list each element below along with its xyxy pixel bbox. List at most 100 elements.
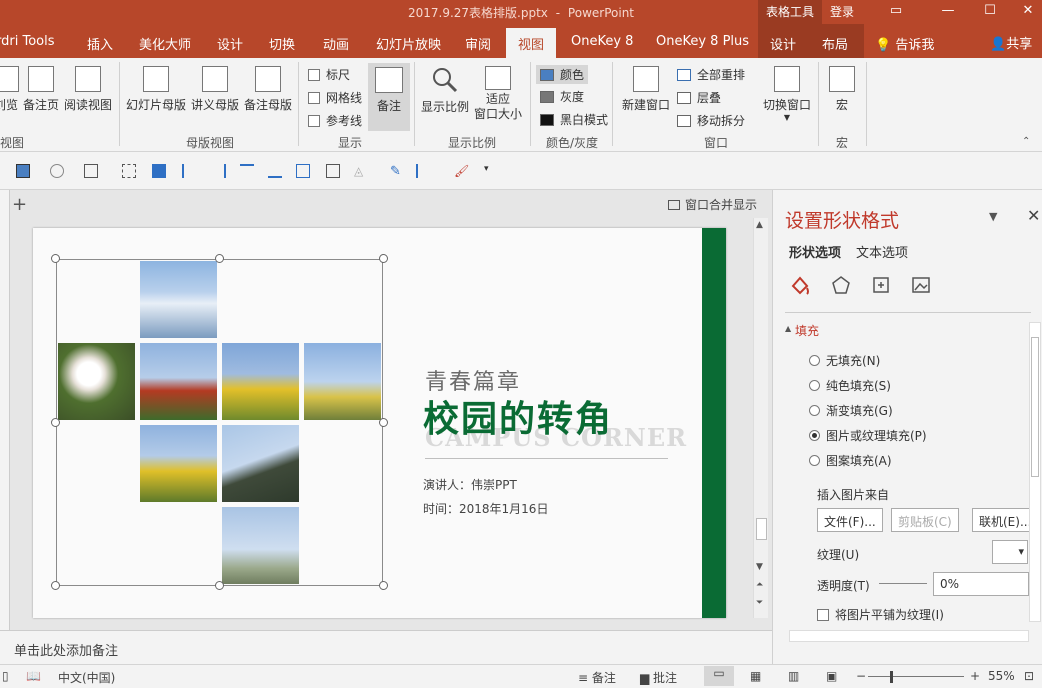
- spellcheck-icon[interactable]: 📖: [26, 669, 41, 683]
- distribute-v-icon[interactable]: [326, 164, 340, 178]
- maximize-icon[interactable]: ☐: [976, 3, 1004, 18]
- tab-animations[interactable]: 动画: [323, 34, 349, 53]
- pen-icon[interactable]: ✎: [390, 164, 404, 179]
- black-white-button[interactable]: 黑白模式: [540, 111, 608, 128]
- arrange-all-button[interactable]: 全部重排: [677, 66, 745, 83]
- pane-horizontal-scrollbar[interactable]: [789, 630, 1029, 642]
- tab-review[interactable]: 审阅: [465, 34, 491, 53]
- format-painter-icon[interactable]: 🖌: [454, 164, 469, 178]
- previous-slide-icon[interactable]: ⏶: [756, 580, 763, 590]
- size-properties-icon[interactable]: [870, 274, 892, 296]
- scroll-thumb[interactable]: [1031, 337, 1039, 477]
- collapse-triangle-icon[interactable]: ▲: [785, 324, 791, 333]
- file-button[interactable]: 文件(F)...: [817, 508, 883, 532]
- table-icon[interactable]: [84, 164, 98, 178]
- tab-onekey8[interactable]: OneKey 8: [571, 34, 633, 49]
- slide-speaker[interactable]: 演讲人：伟崇PPT: [423, 476, 517, 493]
- switch-windows-button[interactable]: 切换窗口 ▼: [758, 66, 816, 122]
- collapse-ribbon-icon[interactable]: ⌃: [1022, 136, 1030, 147]
- notes-status-button[interactable]: ≡ 备注: [578, 669, 616, 686]
- resize-handle[interactable]: [51, 418, 60, 427]
- picture-fill-radio[interactable]: 图片或纹理填充(P): [809, 427, 927, 444]
- slide-master-button[interactable]: 幻灯片母版: [124, 66, 188, 113]
- scroll-up-icon[interactable]: ▲: [756, 220, 763, 230]
- guides-checkbox[interactable]: 参考线: [308, 112, 362, 129]
- next-slide-icon[interactable]: ⏷: [756, 598, 763, 608]
- close-icon[interactable]: ✕: [1027, 206, 1040, 225]
- gridlines-checkbox[interactable]: 网格线: [308, 89, 362, 106]
- resize-handle[interactable]: [215, 254, 224, 263]
- align-menu-icon[interactable]: [416, 164, 430, 178]
- slide-canvas[interactable]: 青春篇章 CAMPUS CORNER 校园的转角 演讲人：伟崇PPT 时间：20…: [33, 228, 726, 618]
- outline-view-button[interactable]: 刘览: [0, 66, 20, 113]
- slide-date[interactable]: 时间：2018年1月16日: [423, 500, 548, 517]
- cascade-button[interactable]: 层叠: [677, 89, 721, 106]
- notes-pane[interactable]: 单击此处添加备注: [0, 630, 772, 664]
- clipboard-button[interactable]: 剪贴板(C): [891, 508, 959, 532]
- reading-view-icon[interactable]: ▥: [788, 669, 799, 683]
- green-accent-bar[interactable]: [702, 228, 726, 618]
- zoom-in-icon[interactable]: +: [970, 669, 980, 683]
- select-icon[interactable]: [122, 164, 136, 178]
- tell-me[interactable]: 💡 告诉我: [875, 34, 934, 53]
- align-top-icon[interactable]: [240, 164, 254, 178]
- share-button[interactable]: 👤共享: [990, 33, 1032, 52]
- close-icon[interactable]: ✕: [1014, 3, 1042, 18]
- transparency-input[interactable]: 0%: [933, 572, 1029, 596]
- notes-placeholder[interactable]: 单击此处添加备注: [14, 640, 118, 659]
- tab-beautify[interactable]: 美化大师: [139, 34, 191, 53]
- tab-shape-options[interactable]: 形状选项: [789, 242, 841, 261]
- resize-handle[interactable]: [51, 254, 60, 263]
- tab-slideshow[interactable]: 幻灯片放映: [376, 34, 441, 53]
- normal-view-icon[interactable]: ▭: [704, 666, 734, 686]
- notes-page-button[interactable]: 备注页: [22, 66, 60, 113]
- slideshow-icon[interactable]: ▣: [826, 669, 837, 683]
- transparency-slider[interactable]: [879, 583, 927, 584]
- shape-outline-icon[interactable]: [50, 164, 64, 178]
- align-left-icon[interactable]: [182, 164, 196, 178]
- zoom-level[interactable]: 55%: [988, 669, 1015, 683]
- tab-table-design[interactable]: 设计: [770, 34, 796, 53]
- align-bottom-icon[interactable]: [268, 164, 282, 178]
- new-window-button[interactable]: 新建窗口: [618, 66, 674, 113]
- tab-ardri-tools[interactable]: rdri Tools: [0, 34, 54, 49]
- ribbon-display-icon[interactable]: ▭: [882, 3, 910, 18]
- effects-icon[interactable]: [830, 274, 852, 296]
- tab-text-options[interactable]: 文本选项: [856, 242, 908, 261]
- grayscale-button[interactable]: 灰度: [540, 88, 584, 105]
- resize-handle[interactable]: [51, 581, 60, 590]
- editor-vertical-scrollbar[interactable]: ▲ ▼ ⏶ ⏷: [753, 218, 768, 618]
- pane-vertical-scrollbar[interactable]: [1029, 322, 1041, 622]
- pattern-fill-radio[interactable]: 图案填充(A): [809, 452, 892, 469]
- blue-square-icon[interactable]: [152, 164, 166, 178]
- notes-master-button[interactable]: 备注母版: [242, 66, 294, 113]
- picture-icon[interactable]: [910, 274, 932, 296]
- login-link[interactable]: 登录: [830, 3, 854, 20]
- zoom-slider[interactable]: [868, 676, 964, 677]
- handout-master-button[interactable]: 讲义母版: [189, 66, 241, 113]
- gradient-fill-radio[interactable]: 渐变填充(G): [809, 402, 893, 419]
- shape-fill-icon[interactable]: [16, 164, 30, 178]
- selection-frame[interactable]: [56, 259, 383, 586]
- fit-slide-icon[interactable]: ⊡: [1024, 669, 1034, 683]
- fill-line-icon[interactable]: [789, 274, 811, 296]
- add-section-icon[interactable]: +: [12, 194, 27, 215]
- resize-handle[interactable]: [215, 581, 224, 590]
- zoom-out-icon[interactable]: −: [856, 669, 866, 683]
- scroll-thumb[interactable]: [756, 518, 767, 540]
- tile-picture-checkbox[interactable]: 将图片平铺为纹理(I): [817, 606, 944, 623]
- fill-section-header[interactable]: 填充: [795, 322, 819, 339]
- resize-handle[interactable]: [379, 254, 388, 263]
- merge-display-button[interactable]: 窗口合并显示: [668, 196, 757, 213]
- customize-icon[interactable]: ▾: [484, 164, 498, 178]
- move-split-button[interactable]: 移动拆分: [677, 112, 745, 129]
- tab-table-layout[interactable]: 布局: [822, 34, 848, 53]
- rotate-icon[interactable]: ◬: [354, 164, 368, 178]
- resize-handle[interactable]: [379, 418, 388, 427]
- reading-view-button[interactable]: 阅读视图: [62, 66, 114, 113]
- zoom-slider-thumb[interactable]: [890, 671, 893, 683]
- tab-onekey8-plus[interactable]: OneKey 8 Plus: [656, 34, 749, 49]
- tab-view[interactable]: 视图: [506, 28, 557, 58]
- macros-button[interactable]: 宏: [826, 66, 858, 113]
- scroll-down-icon[interactable]: ▼: [756, 562, 763, 572]
